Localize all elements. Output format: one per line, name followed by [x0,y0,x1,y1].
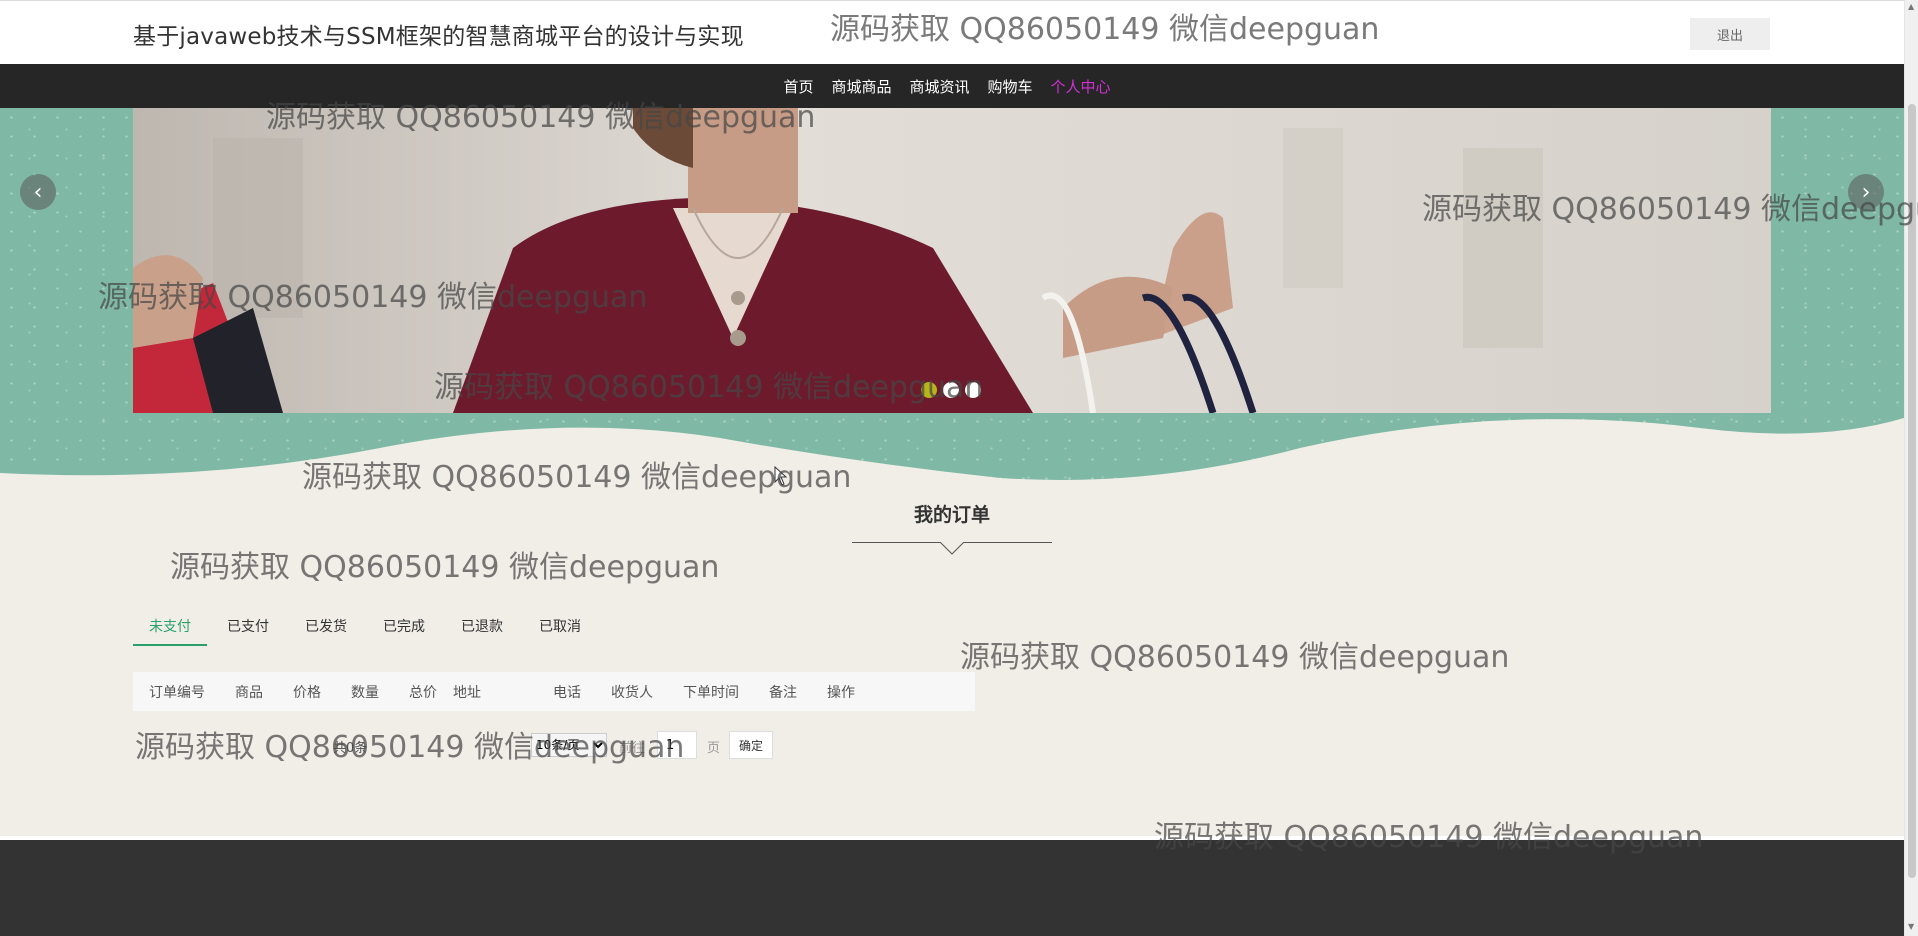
scroll-up-arrow-icon[interactable]: ▲ [1908,2,1914,11]
mouse-cursor-icon [774,466,788,486]
column-header-actions[interactable]: 操作 [827,682,877,702]
nav-item-cart[interactable]: 购物车 [988,76,1033,97]
tab-unpaid[interactable]: 未支付 [133,612,207,646]
banner-area [0,108,1904,500]
column-header-remark[interactable]: 备注 [769,682,827,702]
tab-cancelled[interactable]: 已取消 [523,612,597,646]
site-title: 基于javaweb技术与SSM框架的智慧商城平台的设计与实现 [133,24,744,50]
goto-label: 前往 [619,741,646,756]
carousel-dots [921,382,981,398]
page-title: 我的订单 [913,504,990,526]
carousel-dot-1[interactable] [921,382,937,398]
column-header-total[interactable]: 总价 [409,682,453,702]
logout-button[interactable]: 退出 [1690,18,1770,50]
scroll-down-arrow-icon[interactable]: ▼ [1908,922,1914,931]
page-size-select[interactable]: 10条/页 [531,733,607,757]
carousel-dot-2[interactable] [943,382,959,398]
scroll-thumb[interactable] [1908,104,1916,878]
carousel-dot-3[interactable] [965,382,981,398]
page-footer [0,836,1904,936]
caret-down-icon [940,542,964,555]
carousel-next-button[interactable]: › [1848,174,1884,210]
chevron-left-icon: ‹ [33,179,43,205]
column-header-quantity[interactable]: 数量 [351,682,409,702]
column-header-product[interactable]: 商品 [235,682,293,702]
tab-refunded[interactable]: 已退款 [445,612,519,646]
tab-completed[interactable]: 已完成 [367,612,441,646]
page-number-input[interactable] [657,731,697,759]
order-status-tabs: 未支付 已支付 已发货 已完成 已退款 已取消 [133,612,601,646]
confirm-page-button[interactable]: 确定 [729,731,773,759]
page-unit-label: 页 [707,741,721,756]
nav-item-home[interactable]: 首页 [783,76,813,97]
tab-paid[interactable]: 已支付 [211,612,285,646]
nav-item-news[interactable]: 商城资讯 [909,76,969,97]
shopping-woman-photo [133,108,1771,413]
chevron-right-icon: › [1861,179,1871,205]
top-header: 基于javaweb技术与SSM框架的智慧商城平台的设计与实现 退出 [0,0,1904,64]
nav-item-products[interactable]: 商城商品 [831,76,891,97]
column-header-order-number[interactable]: 订单编号 [149,682,235,702]
column-header-price[interactable]: 价格 [293,682,351,702]
tab-shipped[interactable]: 已发货 [289,612,363,646]
column-header-recipient[interactable]: 收货人 [611,682,683,702]
column-header-address[interactable]: 地址 [453,682,553,702]
column-header-order-time[interactable]: 下单时间 [683,682,769,702]
watermark-text: 源码获取 QQ86050149 微信deepguan [960,640,1510,675]
orders-table-header: 订单编号 商品 价格 数量 总价 地址 电话 收货人 下单时间 备注 操作 [133,672,975,711]
main-nav: 首页 商城商品 商城资讯 购物车 个人中心 [0,64,1904,112]
column-header-phone[interactable]: 电话 [553,682,611,702]
vertical-scrollbar[interactable]: ▲ ▼ [1904,0,1918,936]
watermark-text: 源码获取 QQ86050149 微信deepguan [170,550,720,585]
carousel-prev-button[interactable]: ‹ [20,174,56,210]
pagination-total: 共0条 [333,741,368,756]
pagination: 共0条 10条/页 前往 页 确定 [133,729,783,761]
wave-divider [0,418,1904,500]
carousel-slide-image[interactable] [133,108,1771,413]
nav-item-profile[interactable]: 个人中心 [1051,76,1111,97]
